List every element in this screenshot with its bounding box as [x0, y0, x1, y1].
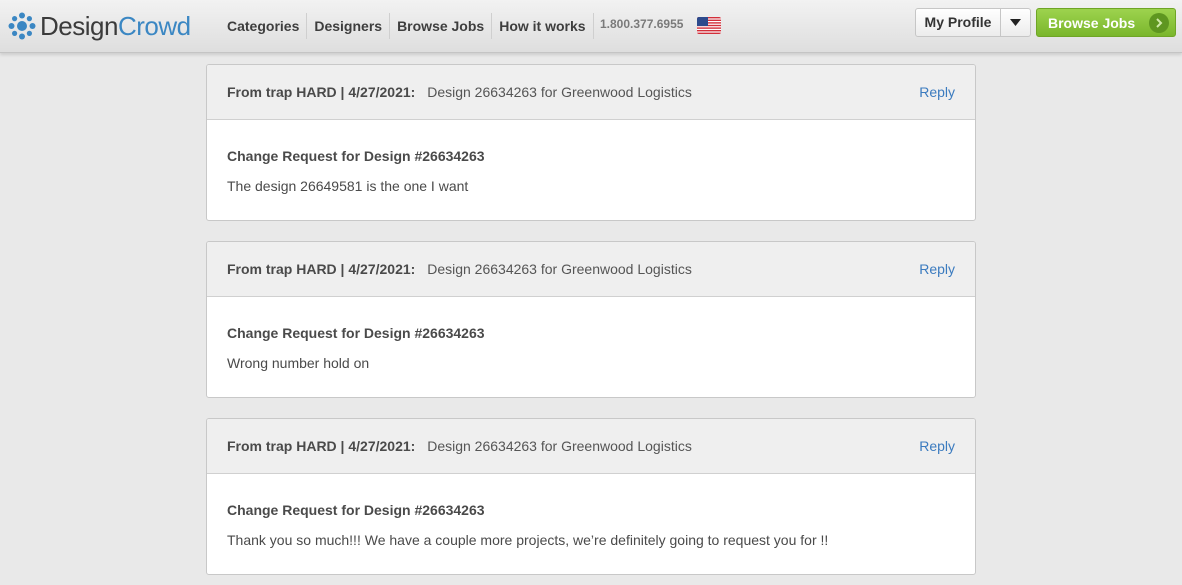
message-text: Wrong number hold on: [227, 355, 370, 371]
nav-designers[interactable]: Designers: [307, 13, 391, 39]
message-card: From trap HARD | 4/27/2021: Design 26634…: [206, 241, 976, 398]
message-subject: Design 26634263 for Greenwood Logistics: [427, 438, 692, 454]
arrow-right-circle-icon: [1149, 12, 1169, 33]
reply-link[interactable]: Reply: [919, 261, 955, 277]
message-meta: From trap HARD | 4/27/2021: Design 26634…: [227, 261, 692, 277]
message-card: From trap HARD | 4/27/2021: Design 26634…: [206, 418, 976, 575]
top-header: DesignCrowd Categories Designers Browse …: [0, 0, 1182, 53]
profile-dropdown-caret-icon[interactable]: [1001, 9, 1030, 36]
message-title: Change Request for Design #26634263: [227, 148, 485, 164]
message-meta: From trap HARD | 4/27/2021: Design 26634…: [227, 438, 692, 454]
logo-burst-icon: [8, 12, 36, 40]
us-flag-icon[interactable]: [697, 17, 721, 34]
message-text: The design 26649581 is the one I want: [227, 178, 469, 194]
reply-link[interactable]: Reply: [919, 438, 955, 454]
phone-number: 1.800.377.6955: [600, 17, 684, 31]
message-card: From trap HARD | 4/27/2021: Design 26634…: [206, 64, 976, 221]
logo-text: DesignCrowd: [40, 10, 191, 42]
message-meta: From trap HARD | 4/27/2021: Design 26634…: [227, 84, 692, 100]
my-profile-button[interactable]: My Profile: [915, 8, 1031, 37]
message-sender-date: From trap HARD | 4/27/2021:: [227, 84, 416, 100]
message-text: Thank you so much!!! We have a couple mo…: [227, 532, 829, 548]
my-profile-label: My Profile: [916, 9, 1001, 36]
message-sender-date: From trap HARD | 4/27/2021:: [227, 261, 416, 277]
main-nav: Categories Designers Browse Jobs How it …: [220, 13, 594, 39]
message-subject: Design 26634263 for Greenwood Logistics: [427, 84, 692, 100]
browse-jobs-button[interactable]: Browse Jobs: [1036, 8, 1176, 37]
message-header: From trap HARD | 4/27/2021: Design 26634…: [207, 242, 975, 297]
browse-jobs-label: Browse Jobs: [1048, 14, 1136, 31]
designcrowd-logo[interactable]: DesignCrowd: [8, 10, 191, 42]
reply-link[interactable]: Reply: [919, 84, 955, 100]
nav-categories[interactable]: Categories: [220, 13, 308, 39]
nav-how-it-works[interactable]: How it works: [492, 13, 594, 39]
logo-text-crowd: Crowd: [117, 11, 191, 41]
message-sender-date: From trap HARD | 4/27/2021:: [227, 438, 416, 454]
message-title: Change Request for Design #26634263: [227, 325, 485, 341]
message-subject: Design 26634263 for Greenwood Logistics: [427, 261, 692, 277]
logo-text-design: Design: [40, 11, 118, 41]
nav-browse-jobs[interactable]: Browse Jobs: [390, 13, 493, 39]
message-header: From trap HARD | 4/27/2021: Design 26634…: [207, 419, 975, 474]
message-header: From trap HARD | 4/27/2021: Design 26634…: [207, 65, 975, 120]
message-title: Change Request for Design #26634263: [227, 502, 485, 518]
